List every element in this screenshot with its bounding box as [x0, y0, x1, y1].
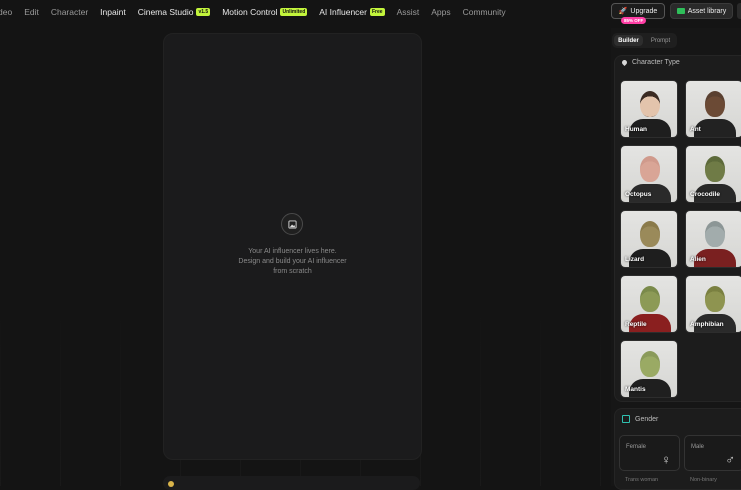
gender-label: Male [691, 444, 705, 450]
male-symbol-icon: ♂ [725, 452, 735, 467]
nav-item-assist[interactable]: Assist [397, 7, 420, 17]
nav-item-label: Motion Control [222, 7, 278, 17]
gender-label: Female [626, 444, 647, 450]
nav-item-apps[interactable]: Apps [431, 7, 450, 17]
character-card-lizard[interactable]: Lizard [620, 210, 678, 268]
character-label: Human [625, 126, 648, 133]
character-card-octopus[interactable]: Octopus [620, 145, 678, 203]
character-type-header: Character Type [620, 58, 680, 67]
prompt-bar-icon [168, 481, 174, 487]
character-label: Ant [690, 126, 701, 133]
canvas-empty-message: Your AI influencer lives here. Design an… [204, 247, 381, 277]
character-card-human[interactable]: Human [620, 80, 678, 138]
nav-item-edit[interactable]: Edit [24, 7, 39, 17]
nav-badge: v1.5 [196, 8, 211, 16]
gender-header: Gender [622, 415, 658, 423]
gender-option-male[interactable]: Male ♂ [684, 435, 741, 471]
tab-prompt[interactable]: Prompt [646, 35, 675, 46]
canvas-line-2: Design and build your AI influencer [238, 258, 347, 265]
canvas-line-3: from scratch [273, 268, 312, 275]
prompt-bar[interactable] [163, 476, 420, 490]
nav-item-label: Community [462, 7, 506, 17]
character-label: Amphibian [690, 321, 724, 328]
nav-item-cinema-studio[interactable]: Cinema Studio v1.5 [138, 7, 211, 17]
character-card-mantis[interactable]: Mantis [620, 340, 678, 398]
character-head [705, 286, 725, 312]
character-label: Reptile [625, 321, 647, 328]
nav-item-ai-influencer[interactable]: AI Influencer Free [319, 7, 385, 17]
character-head [705, 221, 725, 247]
character-head [640, 221, 660, 247]
character-label: Lizard [625, 256, 645, 263]
character-head [705, 156, 725, 182]
gender-icon [622, 415, 630, 423]
nav-item-label: AI Influencer [319, 7, 367, 17]
folder-icon [676, 8, 685, 14]
character-label: Octopus [625, 191, 652, 198]
character-card-ant[interactable]: Ant [685, 80, 741, 138]
asset-library-button[interactable]: Asset library [670, 3, 733, 19]
top-navigation: deo Edit Character Inpaint Cinema Studio v1.5… [0, 0, 600, 24]
gender-option-trans-woman[interactable]: Trans woman [625, 477, 658, 483]
character-card-alien[interactable]: Alien [685, 210, 741, 268]
nav-item-character[interactable]: Character [51, 7, 88, 17]
asset-library-label: Asset library [687, 7, 727, 15]
nav-item-label: Cinema Studio [137, 7, 194, 17]
gender-option-non-binary[interactable]: Non-binary [690, 477, 717, 483]
nav-badge: Free [370, 8, 385, 16]
nav-item-label: Inpaint [100, 7, 126, 17]
nav-item-label: Assist [396, 7, 420, 17]
character-head [705, 91, 725, 117]
gender-title: Gender [635, 415, 659, 423]
nav-item-label: Apps [431, 7, 451, 17]
character-card-reptile[interactable]: Reptile [620, 275, 678, 333]
location-pin-icon [620, 58, 629, 67]
tab-builder[interactable]: Builder [614, 35, 643, 46]
character-card-crocodile[interactable]: Crocodile [685, 145, 741, 203]
character-head [640, 91, 660, 117]
gender-option-female[interactable]: Female ♀ [619, 435, 680, 471]
nav-item-deo[interactable]: deo [0, 7, 12, 17]
nav-item-motion-control[interactable]: Motion Control Unlimited [222, 7, 308, 17]
upgrade-label: Upgrade [630, 7, 658, 15]
profile-button-edge[interactable] [737, 3, 741, 19]
influencer-canvas: Your AI influencer lives here. Design an… [163, 33, 422, 460]
nav-item-label: deo [0, 7, 13, 17]
character-label: Alien [690, 256, 706, 263]
character-card-amphibian[interactable]: Amphibian [685, 275, 741, 333]
character-type-title: Character Type [632, 59, 680, 66]
discount-badge: 85% OFF [621, 17, 647, 24]
character-head [640, 351, 660, 377]
nav-item-inpaint[interactable]: Inpaint [100, 7, 126, 17]
female-symbol-icon: ♀ [661, 452, 671, 467]
nav-badge: Unlimited [280, 8, 308, 16]
image-placeholder-icon [281, 213, 303, 235]
character-head [640, 156, 660, 182]
character-label: Mantis [625, 386, 646, 393]
character-head [640, 286, 660, 312]
nav-item-community[interactable]: Community [463, 7, 506, 17]
nav-item-label: Edit [24, 7, 39, 17]
canvas-line-1: Your AI influencer lives here. [248, 248, 337, 255]
nav-item-label: Character [50, 7, 89, 17]
character-label: Crocodile [690, 191, 720, 198]
rocket-icon: 🚀 [618, 8, 628, 15]
